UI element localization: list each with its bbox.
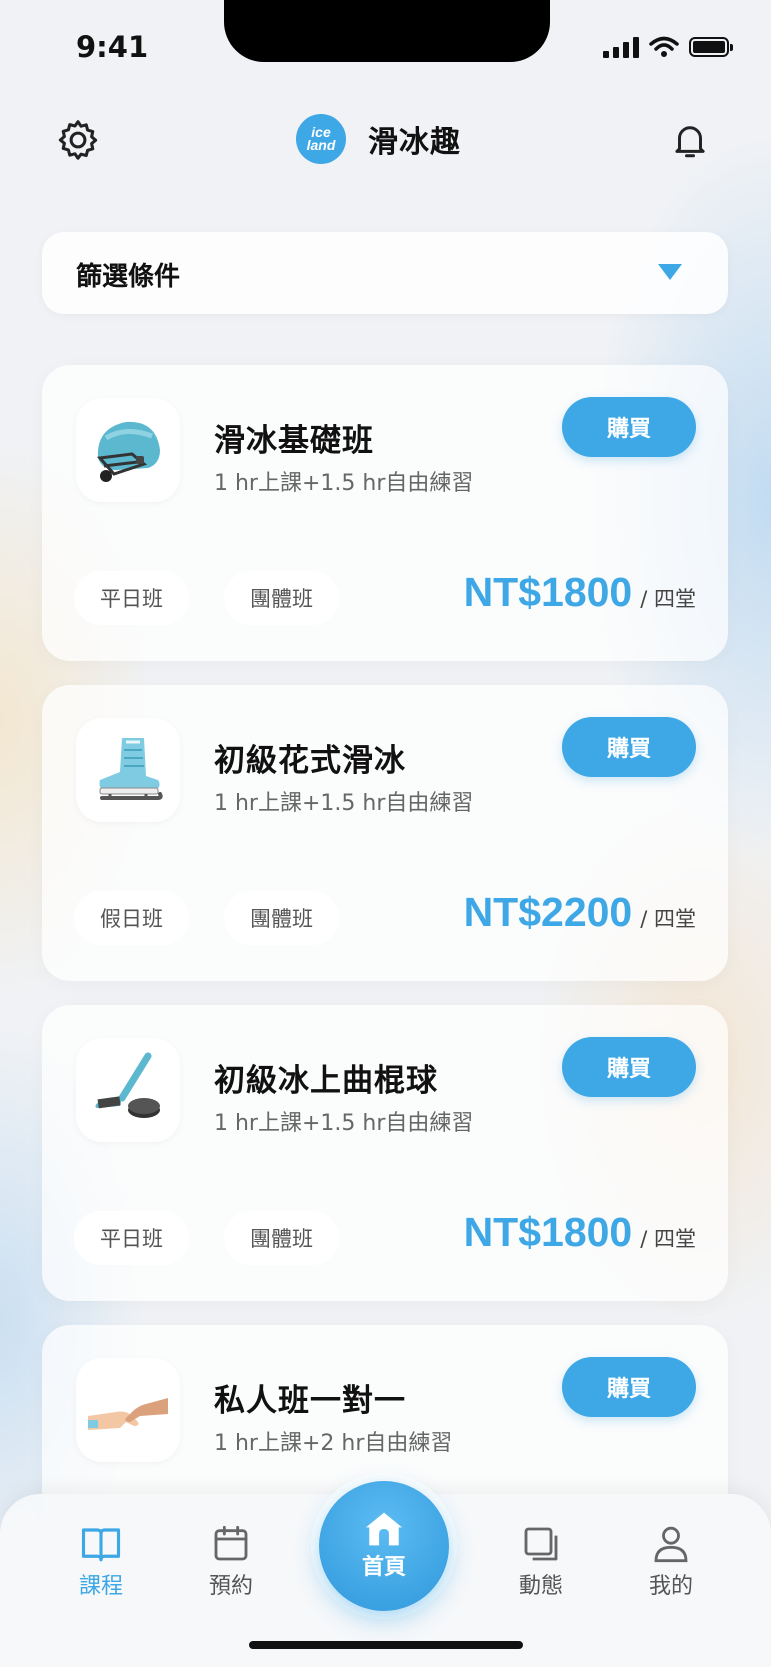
- course-thumbnail: [76, 718, 180, 822]
- settings-button[interactable]: [52, 114, 104, 166]
- course-description: 1 hr上課+1.5 hr自由練習: [214, 1111, 474, 1136]
- price-amount: NT$2200: [463, 889, 633, 935]
- brand-logo-text: ice land: [306, 124, 336, 153]
- price: NT$1800 / 四堂: [464, 569, 696, 616]
- app-title: 滑冰趣: [368, 125, 461, 160]
- tag-schedule: 假日班: [74, 891, 189, 945]
- buy-button[interactable]: 購買: [562, 1357, 696, 1417]
- home-icon: [366, 1512, 402, 1546]
- course-description: 1 hr上課+1.5 hr自由練習: [214, 791, 474, 816]
- gear-icon: [58, 120, 98, 160]
- course-thumbnail: [76, 1358, 180, 1462]
- pages-icon: [524, 1527, 558, 1561]
- handshake-icon: [88, 1398, 168, 1430]
- course-thumbnail: [76, 398, 180, 502]
- book-icon: [81, 1528, 121, 1562]
- price-amount: NT$1800: [463, 569, 633, 615]
- status-icons: [603, 36, 733, 58]
- tab-feed[interactable]: 動態: [496, 1524, 586, 1600]
- course-description: 1 hr上課+1.5 hr自由練習: [214, 471, 474, 496]
- tab-me-label: 我的: [648, 1574, 693, 1599]
- price-amount: NT$1800: [463, 1209, 633, 1255]
- course-card[interactable]: 初級冰上曲棍球 1 hr上課+1.5 hr自由練習 購買 平日班 團體班 NT$…: [42, 1005, 728, 1301]
- calendar-icon: [214, 1525, 248, 1561]
- course-name: 初級花式滑冰: [214, 743, 406, 779]
- price: NT$1800 / 四堂: [464, 1209, 696, 1256]
- course-name: 私人班一對一: [214, 1383, 406, 1419]
- brand-logo: ice land: [296, 114, 346, 164]
- caret-down-icon: [658, 264, 682, 280]
- device-notch: [224, 0, 550, 62]
- tag-schedule: 平日班: [74, 1211, 189, 1265]
- course-name: 初級冰上曲棍球: [214, 1063, 438, 1099]
- tab-me[interactable]: 我的: [626, 1524, 716, 1600]
- buy-button[interactable]: 購買: [562, 717, 696, 777]
- filter-dropdown[interactable]: 篩選條件: [42, 232, 728, 314]
- bell-icon: [675, 126, 705, 158]
- figure-skate-icon: [99, 738, 163, 800]
- tab-booking-label: 預約: [208, 1574, 253, 1599]
- app-header: ice land 滑冰趣: [0, 100, 771, 180]
- price: NT$2200 / 四堂: [464, 889, 696, 936]
- tab-booking[interactable]: 預約: [186, 1524, 276, 1600]
- tab-courses-label: 課程: [78, 1574, 123, 1599]
- course-card[interactable]: 滑冰基礎班 1 hr上課+1.5 hr自由練習 購買 平日班 團體班 NT$18…: [42, 365, 728, 661]
- course-card[interactable]: 初級花式滑冰 1 hr上課+1.5 hr自由練習 購買 假日班 團體班 NT$2…: [42, 685, 728, 981]
- tab-feed-label: 動態: [518, 1574, 563, 1599]
- course-thumbnail: [76, 1038, 180, 1142]
- price-unit: / 四堂: [640, 907, 696, 931]
- home-label: 首頁: [361, 1555, 406, 1580]
- course-name: 滑冰基礎班: [214, 423, 374, 459]
- filter-label: 篩選條件: [76, 262, 181, 292]
- status-bar: 9:41: [0, 0, 771, 90]
- tag-schedule: 平日班: [74, 571, 189, 625]
- tag-class-type: 團體班: [224, 571, 339, 625]
- course-description: 1 hr上課+2 hr自由練習: [214, 1431, 453, 1456]
- buy-button[interactable]: 購買: [562, 1037, 696, 1097]
- hockey-helmet-icon: [97, 421, 160, 482]
- tag-class-type: 團體班: [224, 891, 339, 945]
- price-unit: / 四堂: [640, 587, 696, 611]
- user-icon: [654, 1526, 688, 1563]
- cellular-signal-icon: [603, 36, 639, 58]
- wifi-icon: [649, 36, 679, 57]
- notification-button[interactable]: [664, 114, 716, 166]
- tag-class-type: 團體班: [224, 1211, 339, 1265]
- hockey-stick-icon: [95, 1052, 160, 1118]
- tab-courses[interactable]: 課程: [56, 1524, 146, 1600]
- status-time: 9:41: [76, 30, 149, 64]
- buy-button[interactable]: 購買: [562, 397, 696, 457]
- price-unit: / 四堂: [640, 1227, 696, 1251]
- home-button[interactable]: 首頁: [319, 1481, 449, 1611]
- brand: ice land 滑冰趣: [296, 114, 461, 164]
- battery-icon: [689, 37, 733, 57]
- home-indicator: [249, 1641, 523, 1649]
